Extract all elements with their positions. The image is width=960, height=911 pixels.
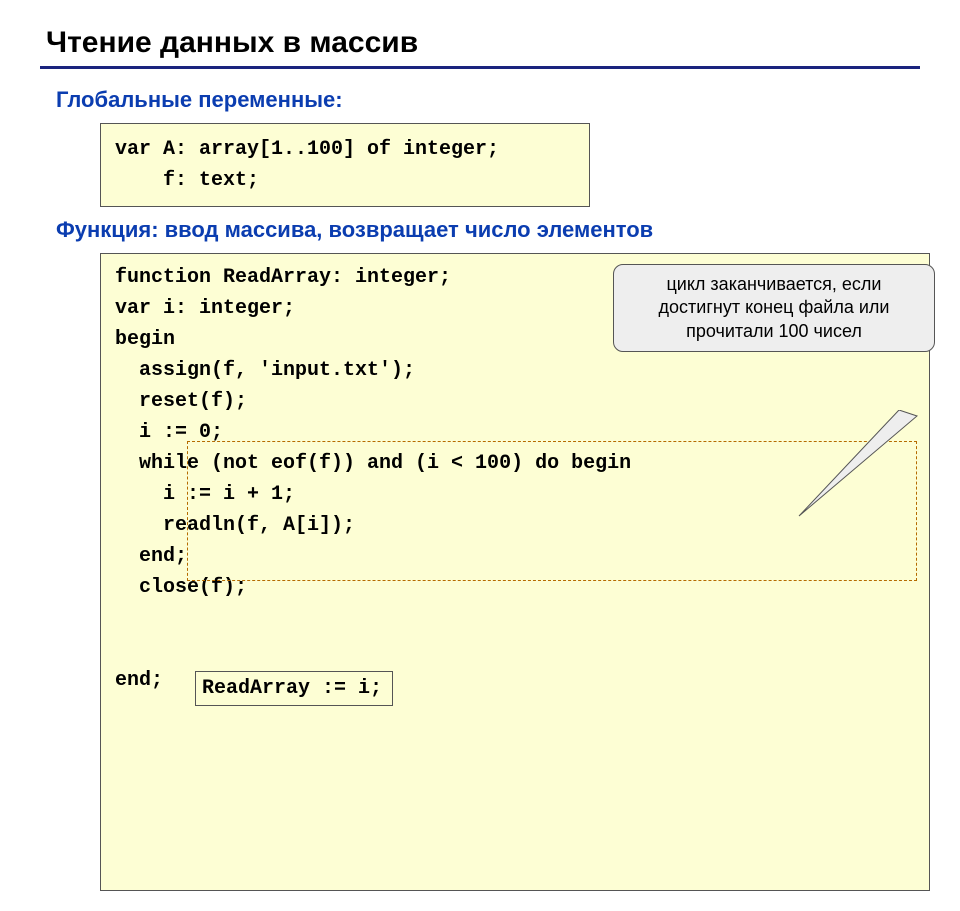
globals-code: var A: array[1..100] of integer; f: text… — [115, 138, 499, 192]
slide: Чтение данных в массив Глобальные переме… — [0, 26, 960, 911]
globals-label: Глобальные переменные: — [56, 87, 920, 113]
function-codebox: function ReadArray: integer; var i: inte… — [100, 253, 930, 891]
callout-text: цикл заканчивается, если достигнут конец… — [659, 274, 890, 341]
function-label: Функция: ввод массива, возвращает число … — [56, 217, 920, 243]
title-rule — [40, 66, 920, 69]
return-statement-box: ReadArray := i; — [195, 671, 393, 706]
callout-bubble: цикл заканчивается, если достигнут конец… — [613, 264, 935, 352]
function-code-pre: function ReadArray: integer; var i: inte… — [115, 266, 451, 444]
page-title: Чтение данных в массив — [46, 26, 920, 60]
function-code-post: close(f); end; — [115, 576, 247, 692]
globals-codebox: var A: array[1..100] of integer; f: text… — [100, 123, 590, 207]
function-code-loop: while (not eof(f)) and (i < 100) do begi… — [115, 452, 631, 568]
